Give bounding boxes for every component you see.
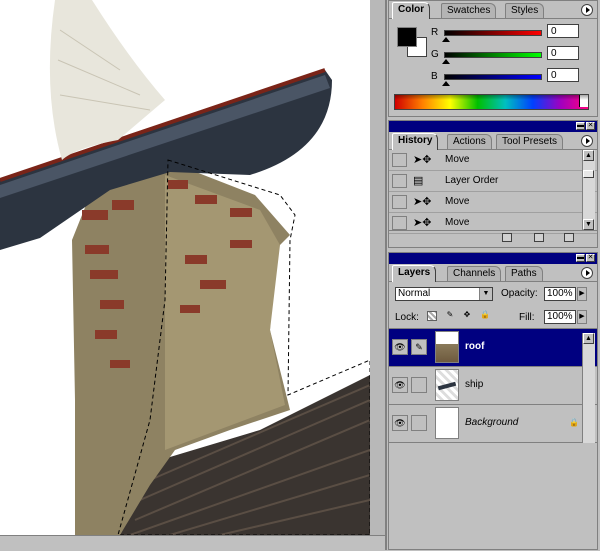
move-icon: ➤✥ <box>413 196 432 208</box>
tab-styles[interactable]: Styles <box>505 3 545 18</box>
layer-row-background[interactable]: 👁 Background 🔒 <box>389 405 597 443</box>
history-item-label: Layer Order <box>445 175 499 186</box>
fill-field[interactable]: 100% <box>544 310 576 324</box>
document-canvas[interactable] <box>0 0 370 535</box>
scroll-up-icon[interactable]: ▲ <box>583 150 594 161</box>
tab-actions[interactable]: Actions <box>447 134 492 149</box>
close-icon[interactable]: ✕ <box>586 254 595 262</box>
eye-icon[interactable]: 👁 <box>392 377 408 393</box>
fill-label: Fill: <box>519 312 535 323</box>
blend-mode-select[interactable]: Normal ▼ <box>395 287 493 301</box>
move-icon: ➤✥ <box>413 217 432 229</box>
layer-thumbnail <box>435 369 459 401</box>
layers-palette-tabs: Layers Channels Paths <box>389 264 597 282</box>
layer-thumbnail <box>435 331 459 363</box>
history-scrollbar[interactable]: ▲ ▼ <box>582 150 595 230</box>
tab-channels[interactable]: Channels <box>447 266 502 281</box>
panel-divider <box>385 0 387 550</box>
layer-row-ship[interactable]: 👁 ship <box>389 367 597 405</box>
blend-mode-value: Normal <box>398 288 431 299</box>
layer-name[interactable]: Background <box>465 417 518 428</box>
color-palette-menu-icon[interactable] <box>581 4 593 16</box>
canvas-scroll-gutter[interactable] <box>370 0 385 550</box>
canvas-artwork <box>0 0 370 535</box>
history-item[interactable]: ▤ Layer Order <box>389 171 597 192</box>
blue-channel-label: B <box>431 71 438 82</box>
brush-icon[interactable]: ✎ <box>411 339 427 355</box>
history-snapshot-box[interactable] <box>392 195 407 209</box>
layer-thumbnail <box>435 407 459 439</box>
lock-all-icon[interactable]: 🔒 <box>480 311 490 321</box>
tab-swatches[interactable]: Swatches <box>441 3 497 18</box>
history-item[interactable]: ➤✥ Move <box>389 150 597 171</box>
tab-layers[interactable]: Layers <box>392 265 437 282</box>
eye-icon[interactable]: 👁 <box>392 415 408 431</box>
history-snapshot-box[interactable] <box>392 174 407 188</box>
lock-label: Lock: <box>395 312 419 323</box>
color-palette-tabs: Color Swatches Styles <box>389 1 597 19</box>
minimize-icon[interactable]: ▬ <box>576 254 585 262</box>
history-snapshot-box[interactable] <box>392 216 407 230</box>
lock-icon: 🔒 <box>569 418 579 427</box>
scroll-up-icon[interactable]: ▲ <box>583 333 594 344</box>
move-icon: ➤✥ <box>413 154 432 166</box>
red-slider[interactable] <box>444 30 542 36</box>
layer-row-roof[interactable]: 👁 ✎ roof <box>389 329 597 367</box>
history-item-label: Move <box>445 154 470 165</box>
layer-name[interactable]: roof <box>465 341 484 352</box>
color-spectrum-bar[interactable] <box>394 94 589 110</box>
layers-palette-titlebar[interactable]: ▬ ✕ <box>389 253 597 264</box>
new-document-from-state-icon[interactable] <box>502 233 512 242</box>
close-icon[interactable]: ✕ <box>586 122 595 130</box>
layer-order-icon: ▤ <box>413 175 424 187</box>
opacity-label: Opacity: <box>501 288 538 299</box>
fill-slider-arrow-icon[interactable]: ▶ <box>577 310 587 324</box>
opacity-slider-arrow-icon[interactable]: ▶ <box>577 287 587 301</box>
history-footer <box>389 230 597 245</box>
red-value-field[interactable]: 0 <box>547 24 579 38</box>
red-channel-label: R <box>431 27 439 38</box>
foreground-color-swatch[interactable] <box>397 27 417 47</box>
chevron-down-icon[interactable]: ▼ <box>479 288 492 300</box>
tab-color[interactable]: Color <box>392 2 431 19</box>
history-palette-tabs: History Actions Tool Presets <box>389 132 597 150</box>
green-slider[interactable] <box>444 52 542 58</box>
eye-icon[interactable]: 👁 <box>392 339 408 355</box>
link-box[interactable] <box>411 415 427 431</box>
blue-value-field[interactable]: 0 <box>547 68 579 82</box>
history-item-label: Move <box>445 217 470 228</box>
history-item[interactable]: ➤✥ Move <box>389 192 597 213</box>
red-slider-thumb[interactable] <box>442 37 450 42</box>
history-palette-menu-icon[interactable] <box>581 135 593 147</box>
blue-slider[interactable] <box>444 74 542 80</box>
green-value-field[interactable]: 0 <box>547 46 579 60</box>
lock-position-move-icon[interactable]: ✥ <box>462 311 472 321</box>
history-item-label: Move <box>445 196 470 207</box>
layers-scrollbar[interactable]: ▲ <box>582 333 595 443</box>
lock-transparency-icon[interactable] <box>427 311 437 321</box>
color-palette: Color Swatches Styles R 0 G 0 B 0 <box>388 0 598 117</box>
tab-tool-presets[interactable]: Tool Presets <box>496 134 564 149</box>
layers-palette: ▬ ✕ Layers Channels Paths Normal ▼ Opaci… <box>388 252 598 550</box>
history-snapshot-box[interactable] <box>392 153 407 167</box>
green-slider-thumb[interactable] <box>442 59 450 64</box>
scroll-down-icon[interactable]: ▼ <box>583 219 594 230</box>
green-channel-label: G <box>431 49 439 60</box>
blue-slider-thumb[interactable] <box>442 81 450 86</box>
trash-icon[interactable] <box>564 233 574 242</box>
canvas-horizontal-scrollbar[interactable] <box>0 535 385 551</box>
lock-image-brush-icon[interactable]: ✎ <box>445 311 455 321</box>
link-box[interactable] <box>411 377 427 393</box>
opacity-field[interactable]: 100% <box>544 287 576 301</box>
layers-palette-menu-icon[interactable] <box>581 267 593 279</box>
history-palette: ▬ ✕ History Actions Tool Presets ➤✥ Move… <box>388 120 598 248</box>
layer-name[interactable]: ship <box>465 379 483 390</box>
minimize-icon[interactable]: ▬ <box>576 122 585 130</box>
tab-paths[interactable]: Paths <box>505 266 543 281</box>
tab-history[interactable]: History <box>392 133 439 150</box>
scroll-thumb[interactable] <box>583 170 594 178</box>
history-palette-titlebar[interactable]: ▬ ✕ <box>389 121 597 132</box>
snapshot-camera-icon[interactable] <box>534 233 544 242</box>
